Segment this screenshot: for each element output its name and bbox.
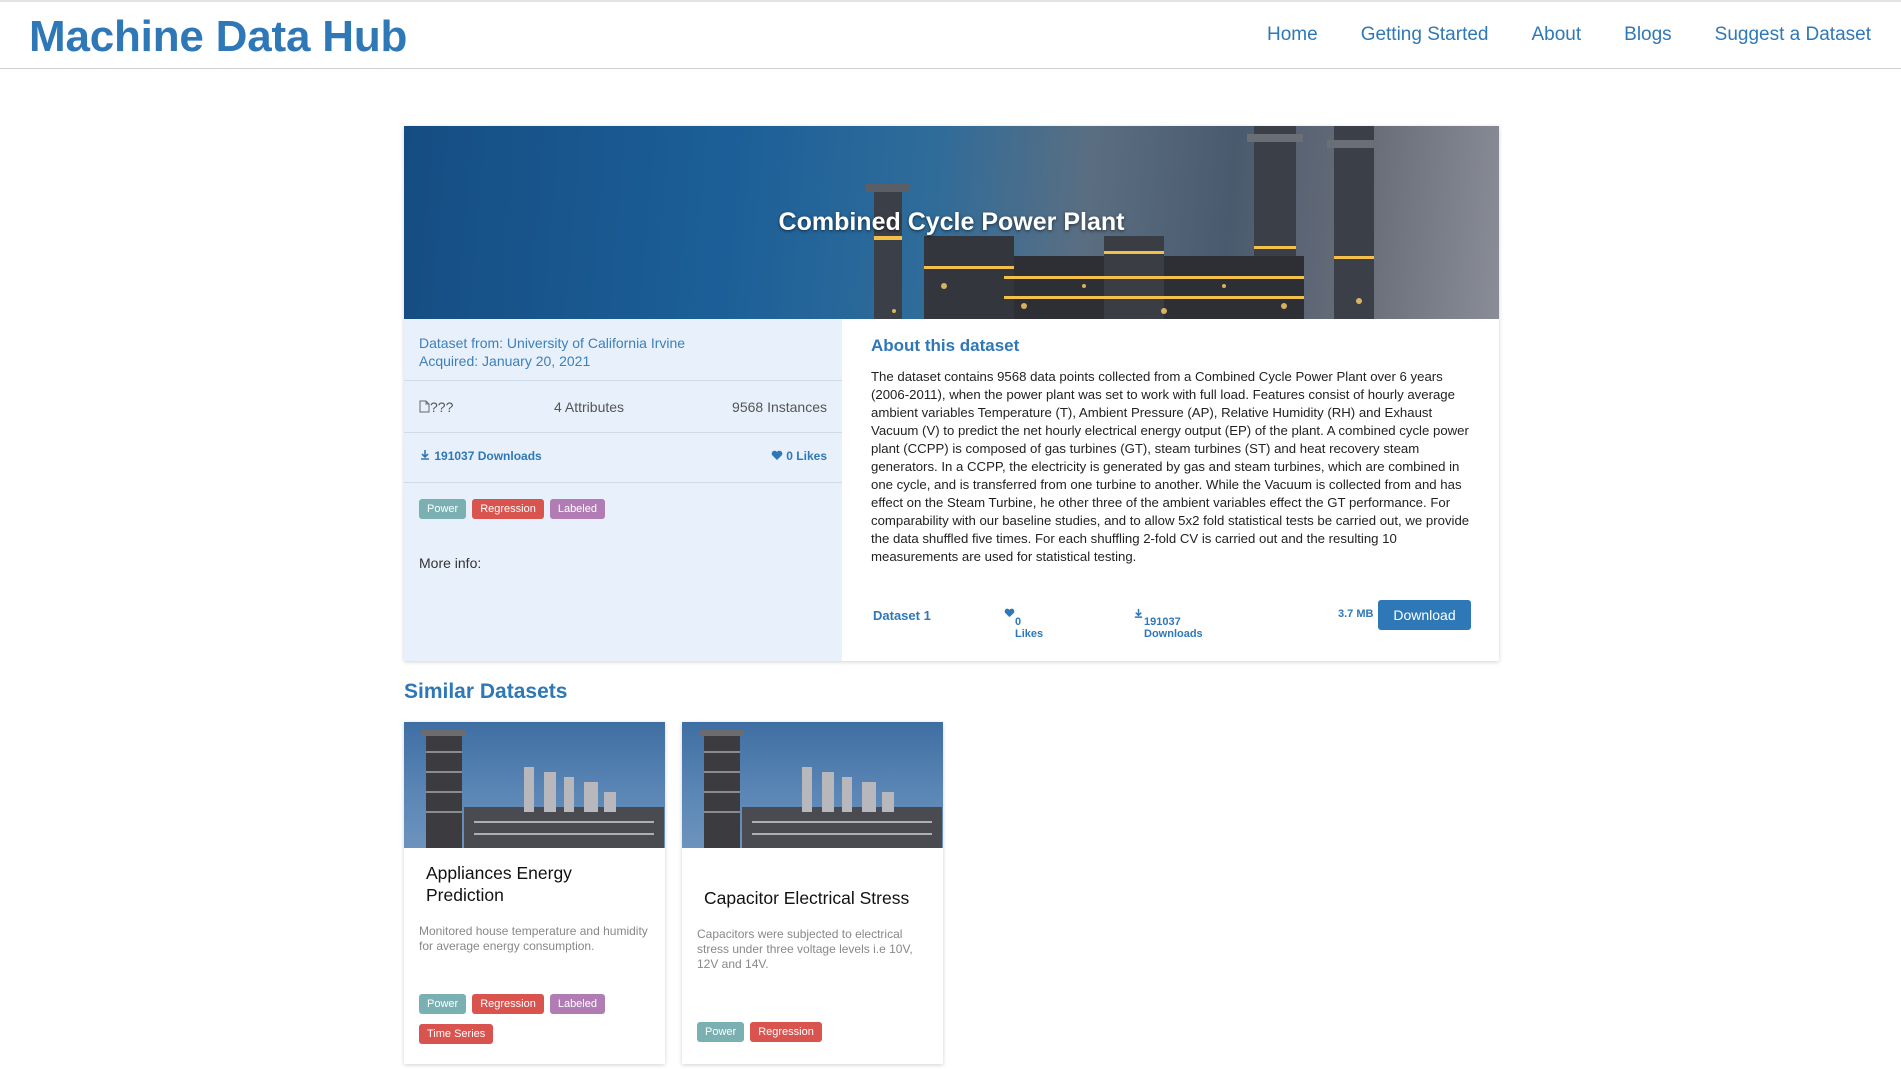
card-tags: Power Regression <box>697 1022 822 1042</box>
plant-image <box>422 730 664 848</box>
similar-datasets-title: Similar Datasets <box>404 680 568 703</box>
dataset-hero-image: Combined Cycle Power Plant <box>404 126 1499 319</box>
nav-blogs[interactable]: Blogs <box>1624 24 1672 46</box>
file-type-value: ??? <box>430 399 454 415</box>
attributes-count: 4 Attributes <box>554 399 625 415</box>
tag-power[interactable]: Power <box>419 499 467 519</box>
downloads-count: 191037 Downloads <box>434 449 542 463</box>
card-tags: Power Regression Labeled Time Series <box>419 994 639 1044</box>
file-size: 3.7 MB <box>1338 608 1374 620</box>
file-icon <box>419 400 430 413</box>
likes-count: 0 Likes <box>786 449 827 463</box>
nav-suggest-dataset[interactable]: Suggest a Dataset <box>1715 24 1871 46</box>
plant-image <box>700 730 942 848</box>
file-likes-count: 0 Likes <box>1015 616 1044 640</box>
download-icon <box>421 450 429 460</box>
file-downloads[interactable]: 191037 Downloads <box>1133 608 1203 640</box>
tag-labeled[interactable]: Labeled <box>549 994 605 1014</box>
tag-regression[interactable]: Regression <box>750 1022 822 1042</box>
dataset-tags: Power Regression Labeled <box>419 499 605 519</box>
nav-home[interactable]: Home <box>1267 24 1318 46</box>
tag-regression[interactable]: Regression <box>472 499 544 519</box>
about-panel: About this dataset The dataset contains … <box>842 319 1499 661</box>
about-title: About this dataset <box>871 336 1020 355</box>
instances-count: 9568 Instances <box>732 399 827 415</box>
dataset-file-row: Dataset 1 0 Likes 191037 Downloads 3.7 M… <box>871 600 1471 640</box>
tag-labeled[interactable]: Labeled <box>549 499 605 519</box>
similar-card-appliances[interactable]: Appliances Energy Prediction Monitored h… <box>404 722 665 1064</box>
likes-button[interactable]: 0 Likes <box>771 449 827 463</box>
heart-icon <box>1004 608 1015 618</box>
dataset-card: Combined Cycle Power Plant Dataset from:… <box>404 126 1499 661</box>
top-navbar: Machine Data Hub Home Getting Started Ab… <box>0 0 1901 69</box>
file-name[interactable]: Dataset 1 <box>873 608 931 623</box>
card-title[interactable]: Capacitor Electrical Stress <box>704 887 924 909</box>
nav-getting-started[interactable]: Getting Started <box>1361 24 1489 46</box>
downloads-link[interactable]: 191037 Downloads <box>419 449 542 463</box>
tag-regression[interactable]: Regression <box>472 994 544 1014</box>
file-likes[interactable]: 0 Likes <box>1004 608 1043 640</box>
tag-time-series[interactable]: Time Series <box>419 1024 494 1044</box>
about-text: The dataset contains 9568 data points co… <box>871 369 1470 564</box>
download-button[interactable]: Download <box>1378 600 1471 630</box>
nav-about[interactable]: About <box>1531 24 1581 46</box>
main-nav: Home Getting Started About Blogs Suggest… <box>1224 24 1871 46</box>
download-icon <box>1134 608 1143 618</box>
heart-icon <box>771 450 783 460</box>
tag-power[interactable]: Power <box>697 1022 745 1042</box>
tag-power[interactable]: Power <box>419 994 467 1014</box>
more-info-label: More info: <box>419 555 482 571</box>
card-image <box>404 722 665 848</box>
card-description: Monitored house temperature and humidity… <box>419 924 648 953</box>
card-description: Capacitors were subjected to electrical … <box>697 927 913 971</box>
similar-card-capacitor[interactable]: Capacitor Electrical Stress Capacitors w… <box>682 722 943 1064</box>
divider <box>404 380 842 381</box>
brand-logo[interactable]: Machine Data Hub <box>29 12 407 62</box>
dataset-acquired: Acquired: January 20, 2021 <box>419 353 591 369</box>
divider <box>404 432 842 433</box>
dataset-info-panel: Dataset from: University of California I… <box>404 319 842 661</box>
dataset-title: Combined Cycle Power Plant <box>778 208 1125 236</box>
card-image <box>682 722 943 848</box>
card-title[interactable]: Appliances Energy Prediction <box>426 862 646 906</box>
divider <box>404 482 842 483</box>
file-downloads-count: 191037 Downloads <box>1144 616 1203 640</box>
file-type: ??? <box>419 399 453 415</box>
dataset-source: Dataset from: University of California I… <box>419 335 686 351</box>
